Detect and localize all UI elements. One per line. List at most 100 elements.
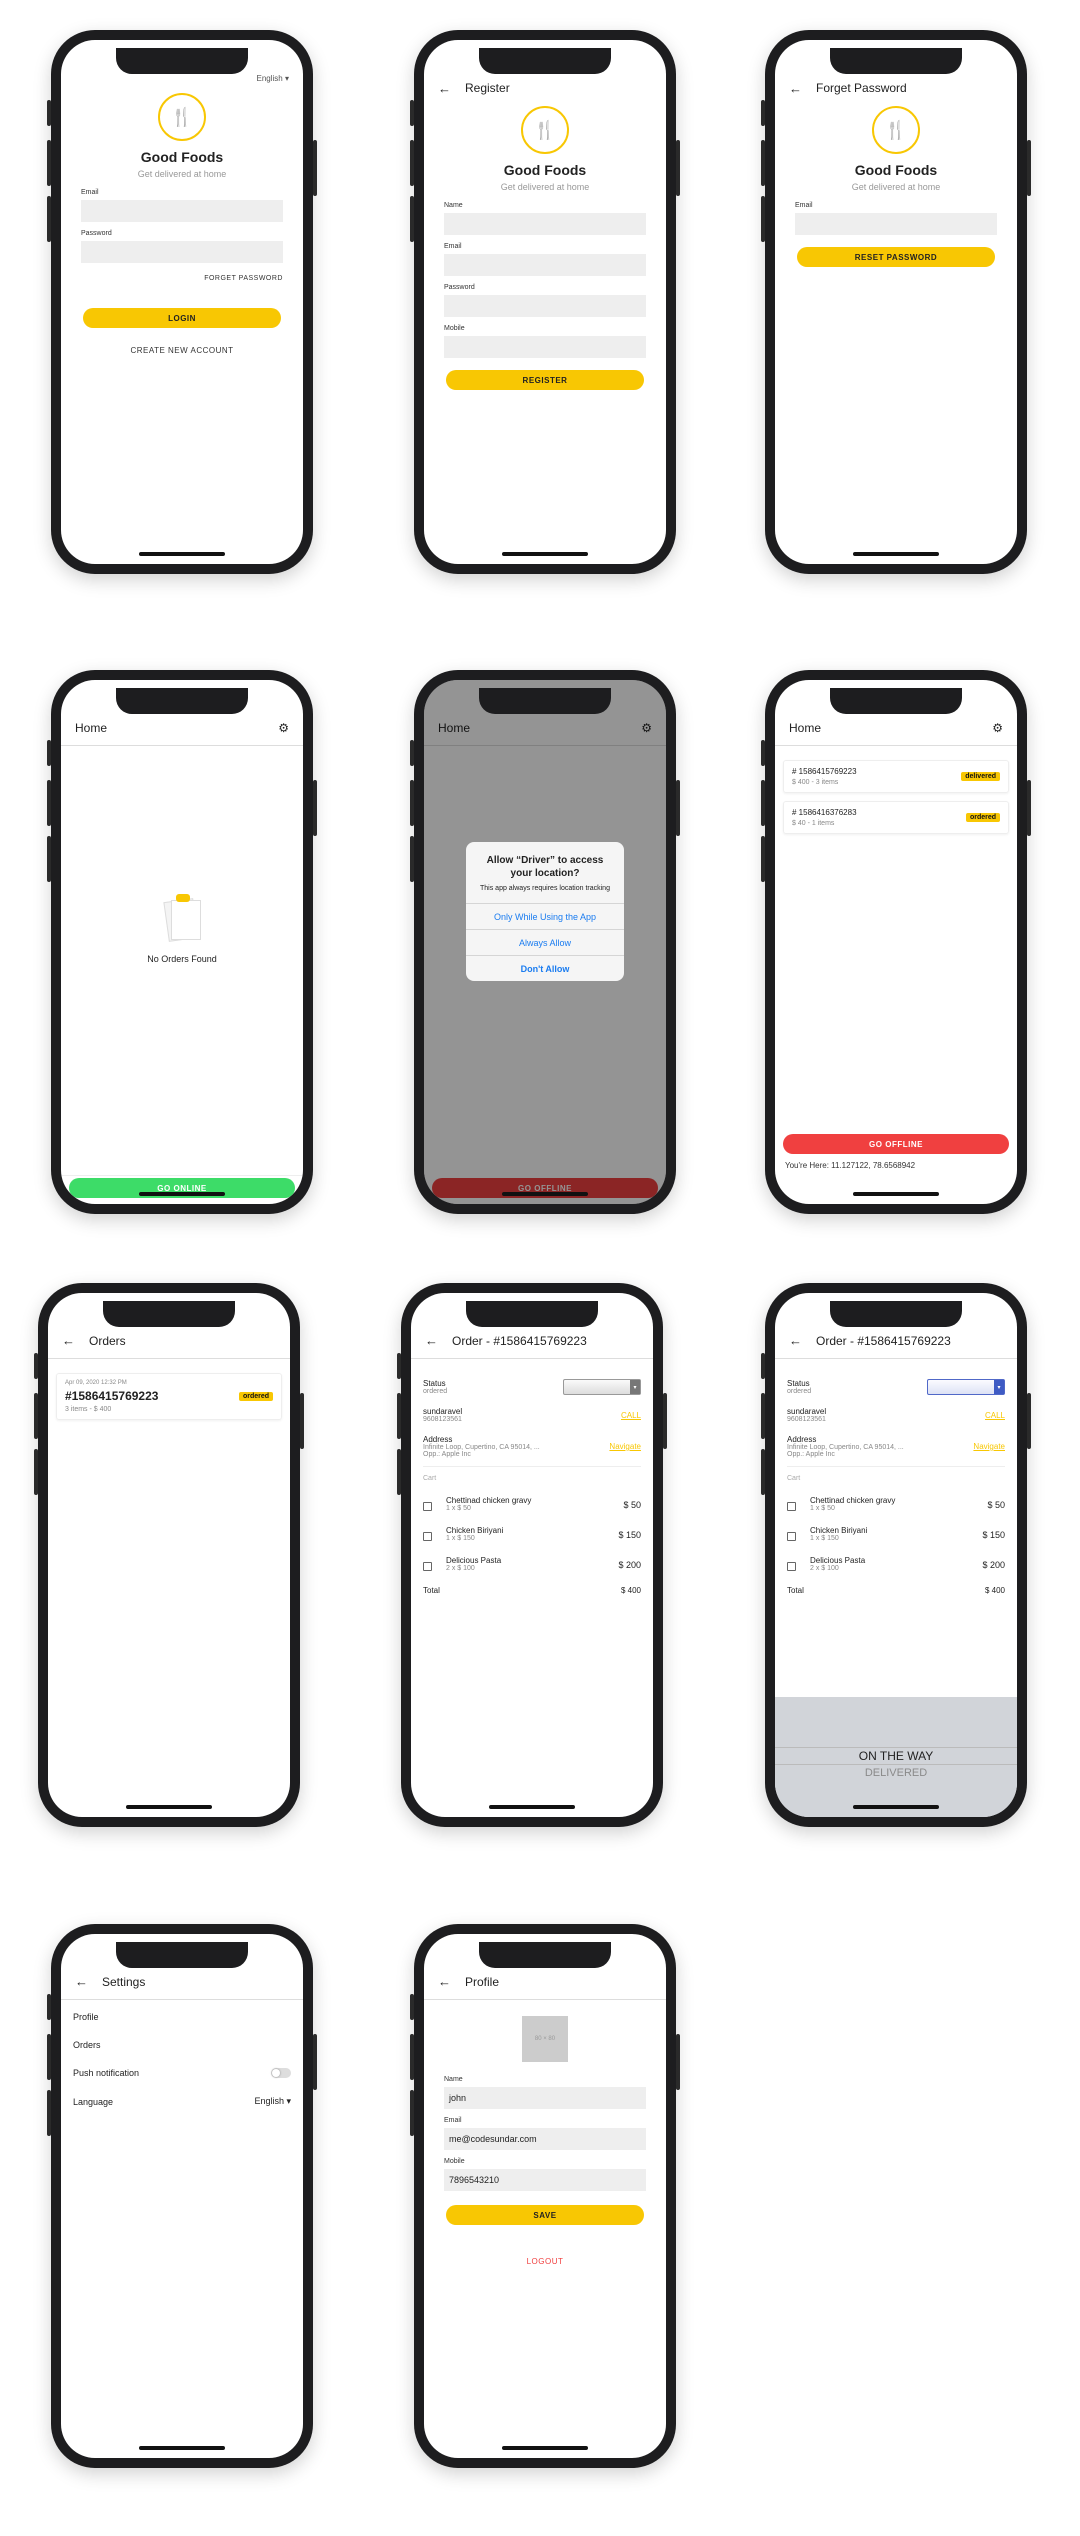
total-value: $ 400 (984, 1586, 1005, 1595)
dont-allow-button[interactable]: Don't Allow (466, 955, 624, 981)
cart-item: Chicken Biriyani 1 x $ 150 $ 150 (423, 1526, 641, 1542)
order-date: Apr 09, 2020 12:32 PM (65, 1380, 127, 1386)
forgot-password-screen: ← Forget Password 🍴 Good Foods Get deliv… (775, 40, 1017, 564)
email-field[interactable] (444, 254, 646, 276)
mobile-field[interactable] (444, 336, 646, 358)
settings-item-orders[interactable]: Orders (73, 2040, 291, 2050)
page-title: Settings (102, 1974, 146, 1989)
language-select[interactable]: English ▾ (254, 2096, 291, 2107)
mobile-label: Mobile (444, 2158, 465, 2165)
customer-name: sundaravel (787, 1407, 827, 1416)
call-link[interactable]: CALL (985, 1411, 1005, 1420)
item-checkbox[interactable] (423, 1502, 432, 1511)
address-line1: Infinite Loop, Cupertino, CA 95014, ... (787, 1444, 904, 1451)
back-arrow-icon[interactable]: ← (438, 1974, 451, 1989)
register-button[interactable]: REGISTER (446, 370, 644, 390)
status-picker[interactable]: ON THE WAY DELIVERED (775, 1697, 1017, 1817)
item-name: Chettinad chicken gravy (810, 1496, 896, 1505)
item-checkbox[interactable] (787, 1502, 796, 1511)
location-text: You're Here: 11.127122, 78.6568942 (785, 1161, 916, 1170)
password-label: Password (81, 230, 112, 237)
page-title: Order - #1586415769223 (452, 1333, 587, 1348)
status-select[interactable]: ▾ (563, 1379, 641, 1395)
email-field[interactable]: me@codesundar.com (444, 2128, 646, 2150)
avatar[interactable]: 80 × 80 (522, 2016, 568, 2062)
phone-forgot-password: ← Forget Password 🍴 Good Foods Get deliv… (761, 30, 1031, 574)
item-checkbox[interactable] (423, 1532, 432, 1541)
order-card[interactable]: # 1586416376283 $ 40 - 1 items ordered (783, 801, 1009, 834)
push-notification-label: Push notification (73, 2068, 140, 2078)
item-name: Chicken Biriyani (446, 1526, 504, 1535)
always-allow-button[interactable]: Always Allow (466, 929, 624, 955)
back-arrow-icon[interactable]: ← (62, 1333, 75, 1348)
item-qty: 2 x $ 100 (446, 1565, 475, 1572)
phone-home-location-alert: Home ⚙ GO OFFLINE Allow “Driver” to acce… (410, 670, 680, 1214)
password-field[interactable] (444, 295, 646, 317)
back-arrow-icon[interactable]: ← (789, 1333, 802, 1348)
brand-tagline: Get delivered at home (851, 182, 941, 192)
cart-item: Chettinad chicken gravy 1 x $ 50 $ 50 (787, 1496, 1005, 1512)
back-arrow-icon[interactable]: ← (75, 1974, 88, 1989)
customer-phone: 9608123561 (423, 1416, 462, 1423)
home-orders-screen: Home ⚙ # 1586415769223 $ 400 - 3 items d… (775, 680, 1017, 1204)
email-field[interactable] (81, 200, 283, 222)
picker-option-on-the-way[interactable]: ON THE WAY (775, 1747, 1017, 1765)
gear-icon[interactable]: ⚙ (992, 721, 1003, 735)
mobile-field[interactable]: 7896543210 (444, 2169, 646, 2191)
navigate-link[interactable]: Navigate (973, 1442, 1005, 1451)
save-button[interactable]: SAVE (446, 2205, 644, 2225)
password-field[interactable] (81, 241, 283, 263)
name-label: Name (444, 2076, 463, 2083)
page-title: Register (465, 81, 510, 95)
item-price: $ 200 (982, 1560, 1005, 1570)
email-field[interactable] (795, 213, 997, 235)
item-checkbox[interactable] (787, 1532, 796, 1541)
brand-logo-icon: 🍴 (158, 93, 206, 141)
home-alert-screen: Home ⚙ GO OFFLINE Allow “Driver” to acce… (424, 680, 666, 1204)
page-title: Orders (89, 1333, 126, 1348)
forget-password-link[interactable]: FORGET PASSWORD (81, 275, 283, 282)
push-notification-toggle[interactable] (271, 2068, 291, 2078)
item-qty: 1 x $ 50 (446, 1505, 471, 1512)
status-badge: ordered (238, 1391, 273, 1401)
order-card[interactable]: # 1586415769223 $ 400 - 3 items delivere… (783, 760, 1009, 793)
phone-order-detail: ← Order - #1586415769223 Status ordered … (397, 1283, 667, 1827)
back-arrow-icon[interactable]: ← (789, 81, 802, 96)
back-arrow-icon[interactable]: ← (425, 1333, 438, 1348)
create-account-link[interactable]: CREATE NEW ACCOUNT (81, 346, 283, 355)
order-number: #1586415769223 (65, 1389, 159, 1403)
picker-option-delivered[interactable]: DELIVERED (775, 1767, 1017, 1779)
logout-link[interactable]: LOGOUT (444, 2257, 646, 2266)
page-title: Home (75, 720, 108, 735)
profile-screen: ← Profile 80 × 80 Name john Email me@cod… (424, 1934, 666, 2458)
call-link[interactable]: CALL (621, 1411, 641, 1420)
email-label: Email (444, 243, 462, 250)
status-select[interactable]: ▾ (927, 1379, 1005, 1395)
status-badge: delivered (961, 772, 1000, 781)
login-button[interactable]: LOGIN (83, 308, 281, 328)
item-checkbox[interactable] (423, 1562, 432, 1571)
settings-item-profile[interactable]: Profile (73, 2012, 291, 2022)
reset-password-button[interactable]: RESET PASSWORD (797, 247, 995, 267)
gear-icon[interactable]: ⚙ (278, 721, 289, 735)
name-field[interactable]: john (444, 2087, 646, 2109)
chevron-down-icon: ▾ (630, 1380, 640, 1394)
total-label: Total (423, 1586, 440, 1595)
empty-orders-icon (162, 894, 202, 942)
brand-name: Good Foods (854, 162, 938, 178)
phone-order-detail-picker: ← Order - #1586415769223 Status ordered … (761, 1283, 1031, 1827)
order-card[interactable]: Apr 09, 2020 12:32 PM #1586415769223 ord… (56, 1373, 282, 1420)
phone-register: ← Register 🍴 Good Foods Get delivered at… (410, 30, 680, 574)
page-title: Home (789, 720, 822, 735)
go-offline-button[interactable]: GO OFFLINE (783, 1134, 1009, 1154)
orders-screen: ← Orders Apr 09, 2020 12:32 PM #15864157… (48, 1293, 290, 1817)
name-field[interactable] (444, 213, 646, 235)
allow-while-using-button[interactable]: Only While Using the App (466, 903, 624, 929)
address-line1: Infinite Loop, Cupertino, CA 95014, ... (423, 1444, 540, 1451)
navigate-link[interactable]: Navigate (609, 1442, 641, 1451)
back-arrow-icon[interactable]: ← (438, 81, 451, 96)
brand-logo-icon: 🍴 (521, 106, 569, 154)
item-checkbox[interactable] (787, 1562, 796, 1571)
cart-label: Cart (787, 1475, 801, 1482)
page-title: Order - #1586415769223 (816, 1333, 951, 1348)
